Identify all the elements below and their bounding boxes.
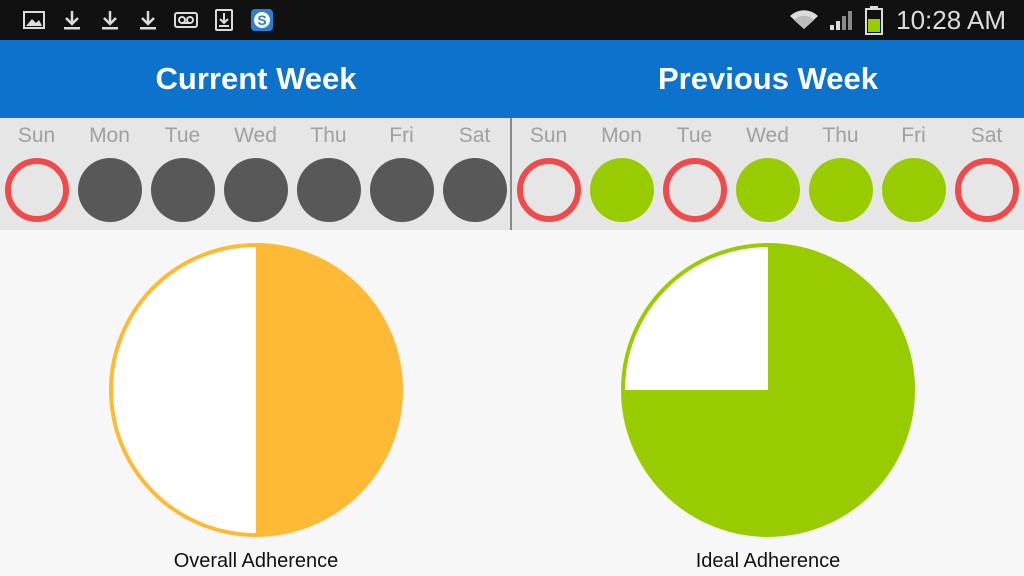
previous-week-day-fri[interactable]: Fri [877, 118, 950, 230]
image-icon [22, 8, 46, 32]
day-label: Sat [970, 124, 1003, 147]
previous-week-day-thu[interactable]: Thu [804, 118, 877, 230]
day-label: Tue [676, 124, 713, 147]
day-label: Fri [901, 124, 926, 147]
current-week-day-thu[interactable]: Thu [292, 118, 365, 230]
overall-adherence-label: Overall Adherence [173, 550, 339, 572]
pie-slice-adherent [256, 245, 401, 535]
day-label: Mon [89, 124, 130, 147]
previous-week-day-tue[interactable]: Tue [658, 118, 731, 230]
previous-week-days: Sun Mon Tue Wed Thu Fri Sat [512, 118, 1024, 230]
download-icon [136, 8, 160, 32]
ideal-adherence-label: Ideal Adherence [695, 550, 841, 572]
previous-week-day-mon[interactable]: Mon [585, 118, 658, 230]
current-week-day-sat[interactable]: Sat [438, 118, 511, 230]
day-status-taken-indicator[interactable] [809, 158, 873, 222]
day-label: Tue [164, 124, 201, 147]
status-time: 10:28 AM [896, 4, 1006, 35]
s-app-icon: S [250, 8, 274, 32]
day-status-taken-indicator[interactable] [736, 158, 800, 222]
day-label: Thu [310, 124, 347, 147]
week-header: Current Week Previous Week [0, 40, 1024, 118]
day-status-pending-indicator[interactable] [224, 158, 288, 222]
day-status-missed-indicator[interactable] [517, 158, 581, 222]
day-label: Wed [746, 124, 789, 147]
day-status-pending-indicator[interactable] [370, 158, 434, 222]
previous-week-title: Previous Week [658, 61, 878, 96]
day-status-taken-indicator[interactable] [882, 158, 946, 222]
current-week-day-sun[interactable]: Sun [0, 118, 73, 230]
voicemail-icon [174, 8, 198, 32]
signal-icon [828, 8, 856, 32]
day-label: Sun [529, 124, 568, 147]
current-week-day-fri[interactable]: Fri [365, 118, 438, 230]
current-week-day-tue[interactable]: Tue [146, 118, 219, 230]
current-week-day-wed[interactable]: Wed [219, 118, 292, 230]
svg-text:S: S [257, 12, 266, 28]
adherence-charts: Overall Adherence Ideal Adherence [0, 230, 1024, 576]
day-label: Fri [389, 124, 414, 147]
download-box-icon [212, 8, 236, 32]
day-status-pending-indicator[interactable] [78, 158, 142, 222]
status-bar: S 10:28 AM [0, 0, 1024, 40]
ideal-adherence-chart[interactable] [618, 240, 918, 540]
current-week-days: Sun Mon Tue Wed Thu Fri Sat [0, 118, 512, 230]
day-label: Sun [17, 124, 56, 147]
notification-icons: S [0, 8, 274, 32]
day-label: Wed [234, 124, 277, 147]
day-status-missed-indicator[interactable] [5, 158, 69, 222]
previous-week-day-wed[interactable]: Wed [731, 118, 804, 230]
day-status-pending-indicator[interactable] [297, 158, 361, 222]
current-week-day-mon[interactable]: Mon [73, 118, 146, 230]
current-week-title: Current Week [155, 61, 357, 96]
previous-week-day-sun[interactable]: Sun [512, 118, 585, 230]
day-status-pending-indicator[interactable] [151, 158, 215, 222]
day-label: Sat [458, 124, 491, 147]
download-icon [60, 8, 84, 32]
day-status-missed-indicator[interactable] [663, 158, 727, 222]
day-status-pending-indicator[interactable] [443, 158, 507, 222]
overall-adherence-panel: Overall Adherence [0, 230, 512, 576]
wifi-icon [788, 8, 820, 32]
previous-week-day-sat[interactable]: Sat [950, 118, 1023, 230]
week-strip: Sun Mon Tue Wed Thu Fri Sat Sun Mon Tue Wed Thu Fri… [0, 118, 1024, 230]
ideal-adherence-panel: Ideal Adherence [512, 230, 1024, 576]
day-label: Thu [822, 124, 859, 147]
download-icon [98, 8, 122, 32]
system-status: 10:28 AM [788, 5, 1024, 36]
day-status-taken-indicator[interactable] [590, 158, 654, 222]
day-label: Mon [601, 124, 642, 147]
day-status-missed-indicator[interactable] [955, 158, 1019, 222]
overall-adherence-chart[interactable] [106, 240, 406, 540]
battery-icon [864, 6, 884, 35]
